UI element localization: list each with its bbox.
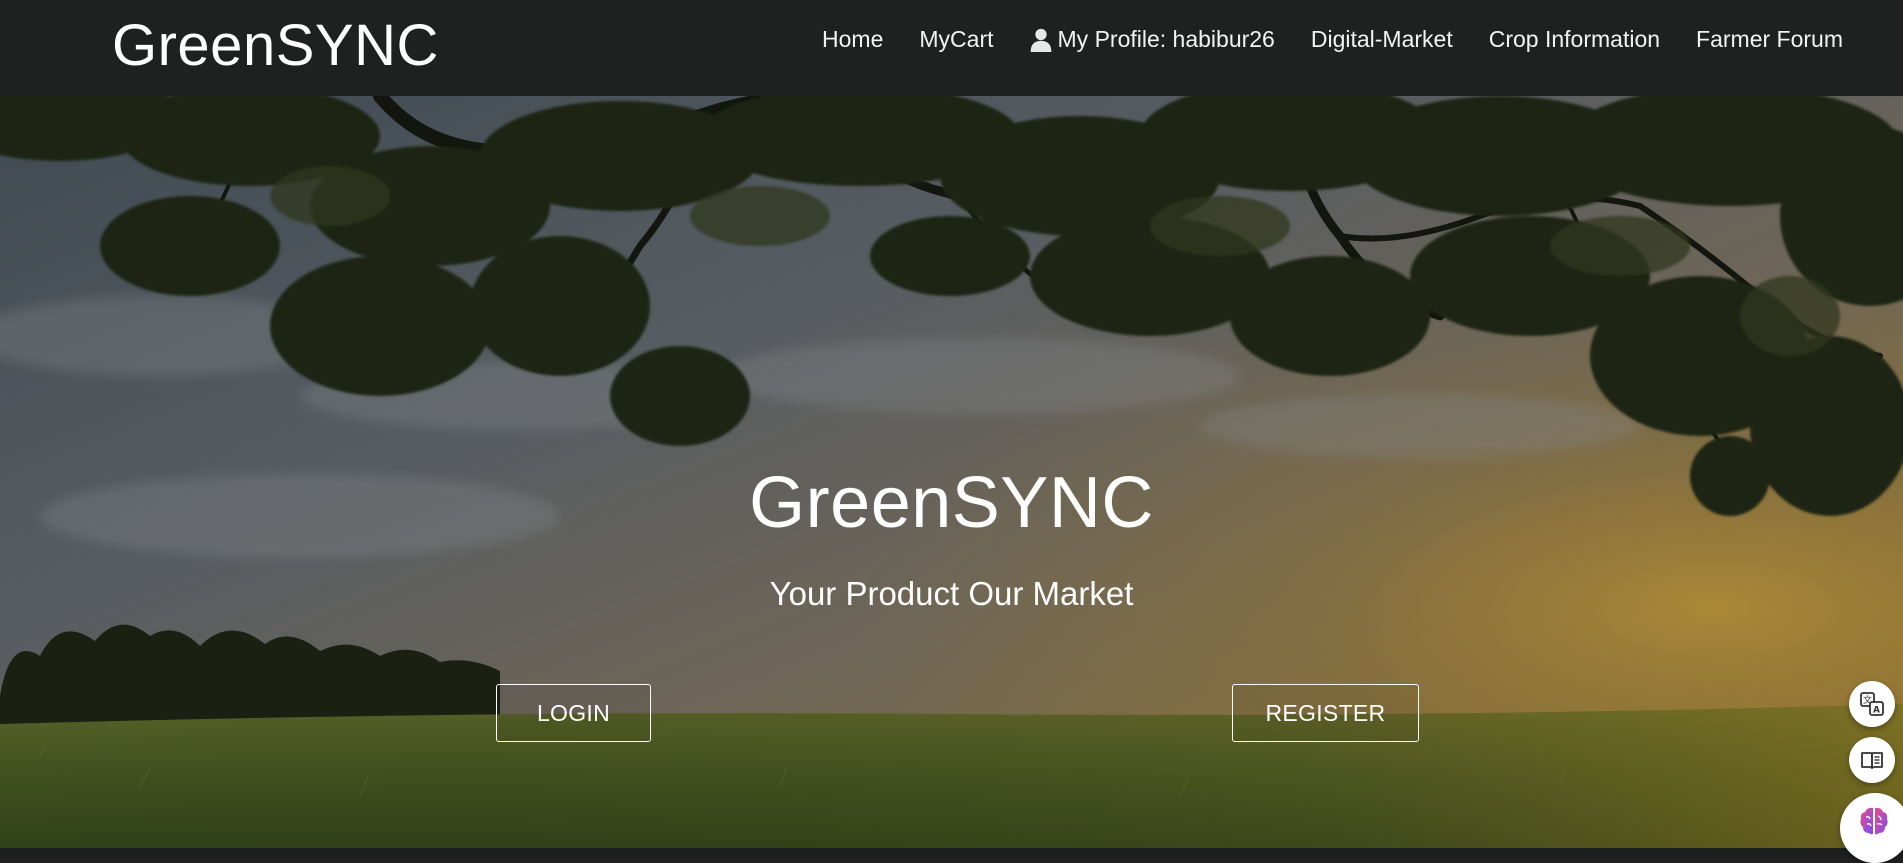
nav-mycart-label: MyCart — [919, 26, 994, 52]
top-navbar: GreenSYNC Home MyCart My Profile: habibu… — [0, 0, 1903, 96]
svg-text:A: A — [1873, 706, 1880, 716]
reader-widget-button[interactable] — [1849, 737, 1895, 783]
hero-subtitle: Your Product Our Market — [769, 575, 1134, 612]
translate-icon: 文 A — [1860, 692, 1884, 716]
user-icon — [1030, 28, 1051, 52]
nav-crop-information[interactable]: Crop Information — [1489, 26, 1660, 53]
book-reader-icon — [1861, 752, 1883, 769]
register-button[interactable]: REGISTER — [1232, 684, 1419, 742]
nav-home-label: Home — [822, 26, 884, 52]
brand-logo-link[interactable]: GreenSYNC — [112, 8, 439, 84]
hero-title: GreenSYNC — [749, 463, 1154, 543]
translate-widget-button[interactable]: 文 A — [1849, 681, 1895, 727]
nav-farmer-forum-label: Farmer Forum — [1696, 26, 1843, 52]
ai-assistant-button[interactable] — [1840, 793, 1903, 863]
nav-home[interactable]: Home — [822, 26, 883, 53]
login-button[interactable]: LOGIN — [496, 684, 651, 742]
hero-section: GreenSYNC Your Product Our Market LOGIN … — [0, 96, 1903, 848]
nav-crop-information-label: Crop Information — [1488, 26, 1661, 52]
nav-my-profile-label: My Profile: habibur26 — [1057, 26, 1275, 52]
nav-my-profile[interactable]: My Profile: habibur26 — [1030, 26, 1275, 53]
nav-digital-market[interactable]: Digital-Market — [1311, 26, 1453, 53]
ai-brain-icon — [1860, 807, 1888, 835]
nav-farmer-forum[interactable]: Farmer Forum — [1696, 26, 1843, 53]
nav-digital-market-label: Digital-Market — [1310, 26, 1453, 52]
main-nav: Home MyCart My Profile: habibur26 Digita… — [786, 26, 1843, 53]
nav-mycart[interactable]: MyCart — [919, 26, 993, 53]
